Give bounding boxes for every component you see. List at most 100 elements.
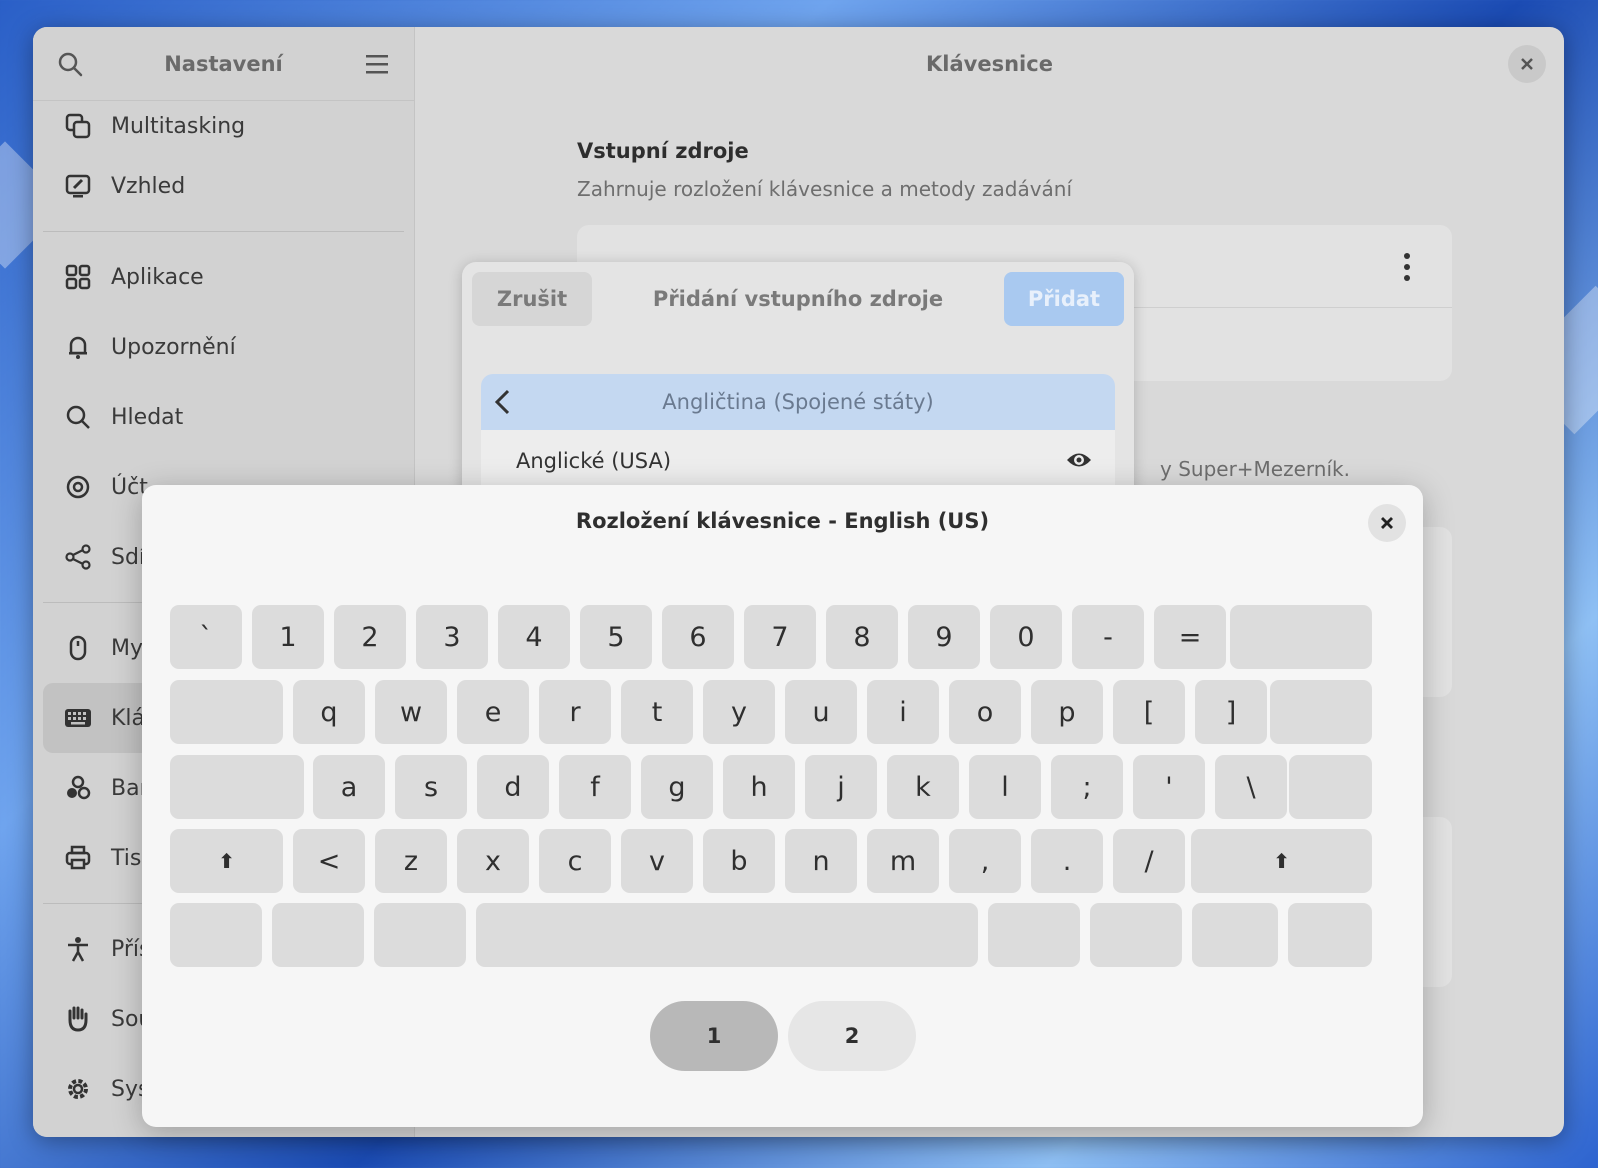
sidebar-item-apps[interactable]: Aplikace	[43, 242, 404, 312]
sidebar-item-label: Hledat	[111, 404, 184, 430]
sidebar-item-appearance[interactable]: Vzhled	[43, 151, 404, 221]
key: e	[457, 680, 529, 744]
layout-row[interactable]: Anglické (USA)	[481, 430, 1115, 492]
more-options-icon[interactable]	[1402, 251, 1412, 283]
keyboard-layout-dialog: Rozložení klávesnice - English (US) ` 1 2 3…	[142, 485, 1423, 1127]
hand-icon	[63, 1004, 93, 1034]
sidebar-item-label: Upozornění	[111, 334, 236, 360]
add-input-source-dialog: Zrušit Přidání vstupního zdroje Přidat A…	[462, 262, 1134, 512]
color-icon	[63, 773, 93, 803]
add-button[interactable]: Přidat	[1003, 272, 1124, 326]
dialog-close-button[interactable]	[1368, 504, 1406, 542]
key: `	[170, 605, 242, 669]
blank-key	[476, 903, 978, 967]
key: 4	[498, 605, 570, 669]
blank-key	[1230, 605, 1372, 669]
at-icon	[63, 472, 93, 502]
close-icon	[1381, 517, 1393, 529]
sidebar-item-label: Klá	[111, 705, 146, 731]
key: g	[641, 755, 713, 819]
key: =	[1154, 605, 1226, 669]
key: o	[949, 680, 1021, 744]
key: t	[621, 680, 693, 744]
key: f	[559, 755, 631, 819]
key: k	[887, 755, 959, 819]
key: [	[1113, 680, 1185, 744]
key: l	[969, 755, 1041, 819]
blank-key	[170, 903, 262, 967]
key: b	[703, 829, 775, 893]
key: p	[1031, 680, 1103, 744]
key: 3	[416, 605, 488, 669]
cancel-button[interactable]: Zrušit	[472, 272, 592, 326]
sidebar-header: Nastavení	[33, 27, 414, 101]
search-icon[interactable]	[55, 49, 85, 79]
sidebar-item-multitasking[interactable]: Multitasking	[43, 101, 404, 151]
selected-language-row[interactable]: Angličtina (Spojené státy)	[481, 374, 1115, 430]
key: ⬆	[170, 829, 283, 893]
blank-key	[1289, 755, 1372, 819]
key: ,	[949, 829, 1021, 893]
printer-icon	[63, 843, 93, 873]
sidebar-item-notifications[interactable]: Upozornění	[43, 312, 404, 382]
content-header: Klávesnice	[415, 27, 1564, 101]
key: r	[539, 680, 611, 744]
blank-key	[1192, 903, 1278, 967]
key: -	[1072, 605, 1144, 669]
share-icon	[63, 542, 93, 572]
keyboard-icon	[63, 703, 93, 733]
blank-key	[1288, 903, 1372, 967]
key: ⬆	[1191, 829, 1372, 893]
appearance-icon	[63, 171, 93, 201]
blank-key	[1270, 680, 1372, 744]
key: <	[293, 829, 365, 893]
back-arrow-icon[interactable]	[493, 388, 513, 416]
blank-key	[1090, 903, 1182, 967]
level-1-button[interactable]: 1	[650, 1001, 778, 1071]
page-title: Klávesnice	[926, 52, 1053, 76]
mouse-icon	[63, 633, 93, 663]
key: q	[293, 680, 365, 744]
sidebar-item-label: My	[111, 635, 144, 661]
sidebar-item-label: Aplikace	[111, 264, 204, 290]
key: 6	[662, 605, 734, 669]
key: 0	[990, 605, 1062, 669]
key: 2	[334, 605, 406, 669]
eye-icon[interactable]	[1065, 448, 1093, 472]
key: ;	[1051, 755, 1123, 819]
sidebar-item-label: Vzhled	[111, 173, 186, 199]
sidebar-item-label: Tis	[111, 845, 142, 871]
sidebar-item-search[interactable]: Hledat	[43, 382, 404, 452]
key: z	[375, 829, 447, 893]
section-title: Vstupní zdroje	[577, 139, 749, 163]
key: \	[1215, 755, 1287, 819]
key: i	[867, 680, 939, 744]
blank-key	[988, 903, 1080, 967]
key: n	[785, 829, 857, 893]
key: s	[395, 755, 467, 819]
key: 9	[908, 605, 980, 669]
key: 7	[744, 605, 816, 669]
dialog-header: Zrušit Přidání vstupního zdroje Přidat	[462, 262, 1134, 336]
key: 8	[826, 605, 898, 669]
sidebar-item-label: Multitasking	[111, 113, 246, 139]
search-icon	[63, 402, 93, 432]
gear-icon	[63, 1074, 93, 1104]
keyboard-dialog-title: Rozložení klávesnice - English (US)	[575, 509, 990, 533]
key: m	[867, 829, 939, 893]
key: ]	[1195, 680, 1267, 744]
close-icon	[1521, 58, 1533, 70]
hamburger-menu-icon[interactable]	[362, 49, 392, 79]
sidebar-item-label: Sdí	[111, 544, 146, 570]
key: .	[1031, 829, 1103, 893]
blank-key	[170, 680, 283, 744]
key: h	[723, 755, 795, 819]
key: c	[539, 829, 611, 893]
key: u	[785, 680, 857, 744]
blank-key	[272, 903, 364, 967]
key: /	[1113, 829, 1185, 893]
window-close-button[interactable]	[1508, 45, 1546, 83]
key: '	[1133, 755, 1205, 819]
selected-language-label: Angličtina (Spojené státy)	[662, 390, 934, 414]
level-2-button[interactable]: 2	[788, 1001, 916, 1071]
